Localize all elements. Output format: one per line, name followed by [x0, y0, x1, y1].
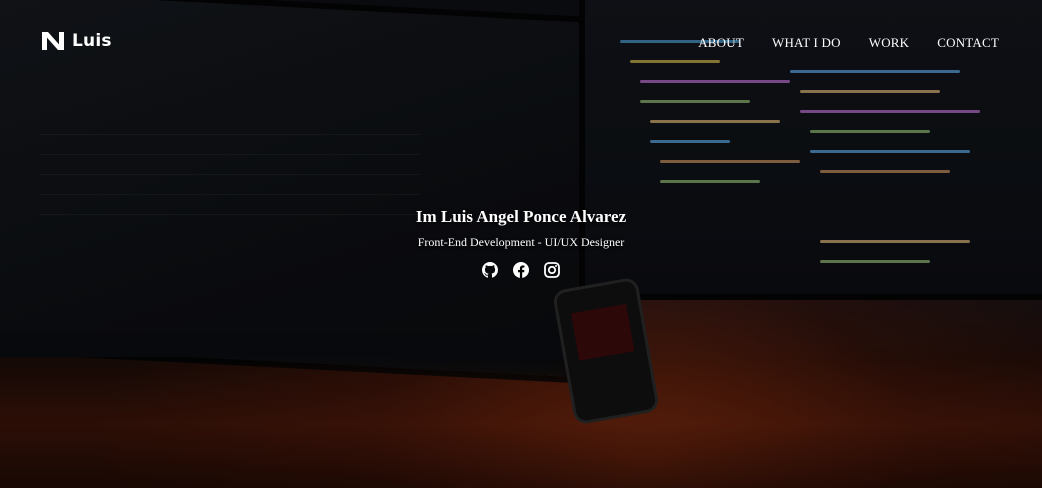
hero-title: Im Luis Angel Ponce Alvarez	[415, 207, 627, 226]
facebook-link[interactable]	[513, 262, 529, 278]
nav-work[interactable]: WORK	[869, 35, 910, 51]
social-links	[0, 262, 1042, 278]
n-logo-icon	[42, 32, 64, 50]
github-icon	[482, 262, 498, 278]
hero-subtitle: Front-End Development - UI/UX Designer	[417, 235, 625, 249]
github-link[interactable]	[482, 262, 498, 278]
main-nav: ABOUT WHAT I DO WORK CONTACT	[698, 35, 999, 51]
brand-logo-link[interactable]: Luis	[42, 31, 112, 51]
nav-contact[interactable]: CONTACT	[937, 35, 999, 51]
instagram-link[interactable]	[544, 262, 560, 278]
hero-content: Im Luis Angel Ponce Alvarez Front-End De…	[0, 207, 1042, 278]
nav-about[interactable]: ABOUT	[698, 35, 744, 51]
hero-section: Luis ABOUT WHAT I DO WORK CONTACT Im Lui…	[0, 0, 1042, 488]
brand-name: Luis	[72, 31, 112, 51]
nav-what-i-do[interactable]: WHAT I DO	[772, 35, 841, 51]
facebook-icon	[513, 262, 529, 278]
instagram-icon	[544, 262, 560, 278]
